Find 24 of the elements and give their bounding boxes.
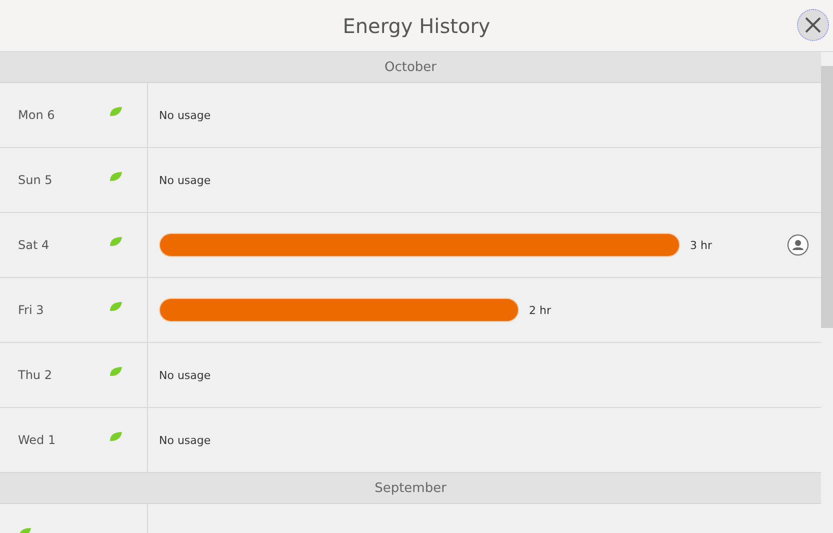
month-header: October <box>384 60 437 74</box>
usage-text: No usage <box>159 434 211 446</box>
usage-reading: 2 hr <box>529 304 551 316</box>
leaf-icon <box>109 236 123 246</box>
usage-reading: 3 hr <box>690 238 712 252</box>
month-header: September <box>374 480 446 496</box>
window-title: Energy History <box>342 14 490 38</box>
day-label: Thu 2 <box>18 368 52 382</box>
usage-text: No usage <box>159 108 211 122</box>
day-label: Sun 5 <box>18 173 52 187</box>
day-label: Wed 1 <box>18 433 56 447</box>
close-icon <box>804 16 822 34</box>
day-label: Fri 3 <box>18 303 44 317</box>
close-button[interactable] <box>797 9 829 41</box>
day-label: Mon 6 <box>18 108 55 122</box>
leaf-icon <box>109 300 123 312</box>
leaf-icon <box>109 106 123 116</box>
usage-text: No usage <box>159 174 211 186</box>
leaf-icon <box>109 430 123 442</box>
day-label: Sat 4 <box>18 238 50 252</box>
leaf-icon <box>109 170 123 182</box>
leaf-icon <box>109 366 123 376</box>
usage-text: No usage <box>159 368 211 382</box>
user-icon[interactable] <box>787 234 809 256</box>
